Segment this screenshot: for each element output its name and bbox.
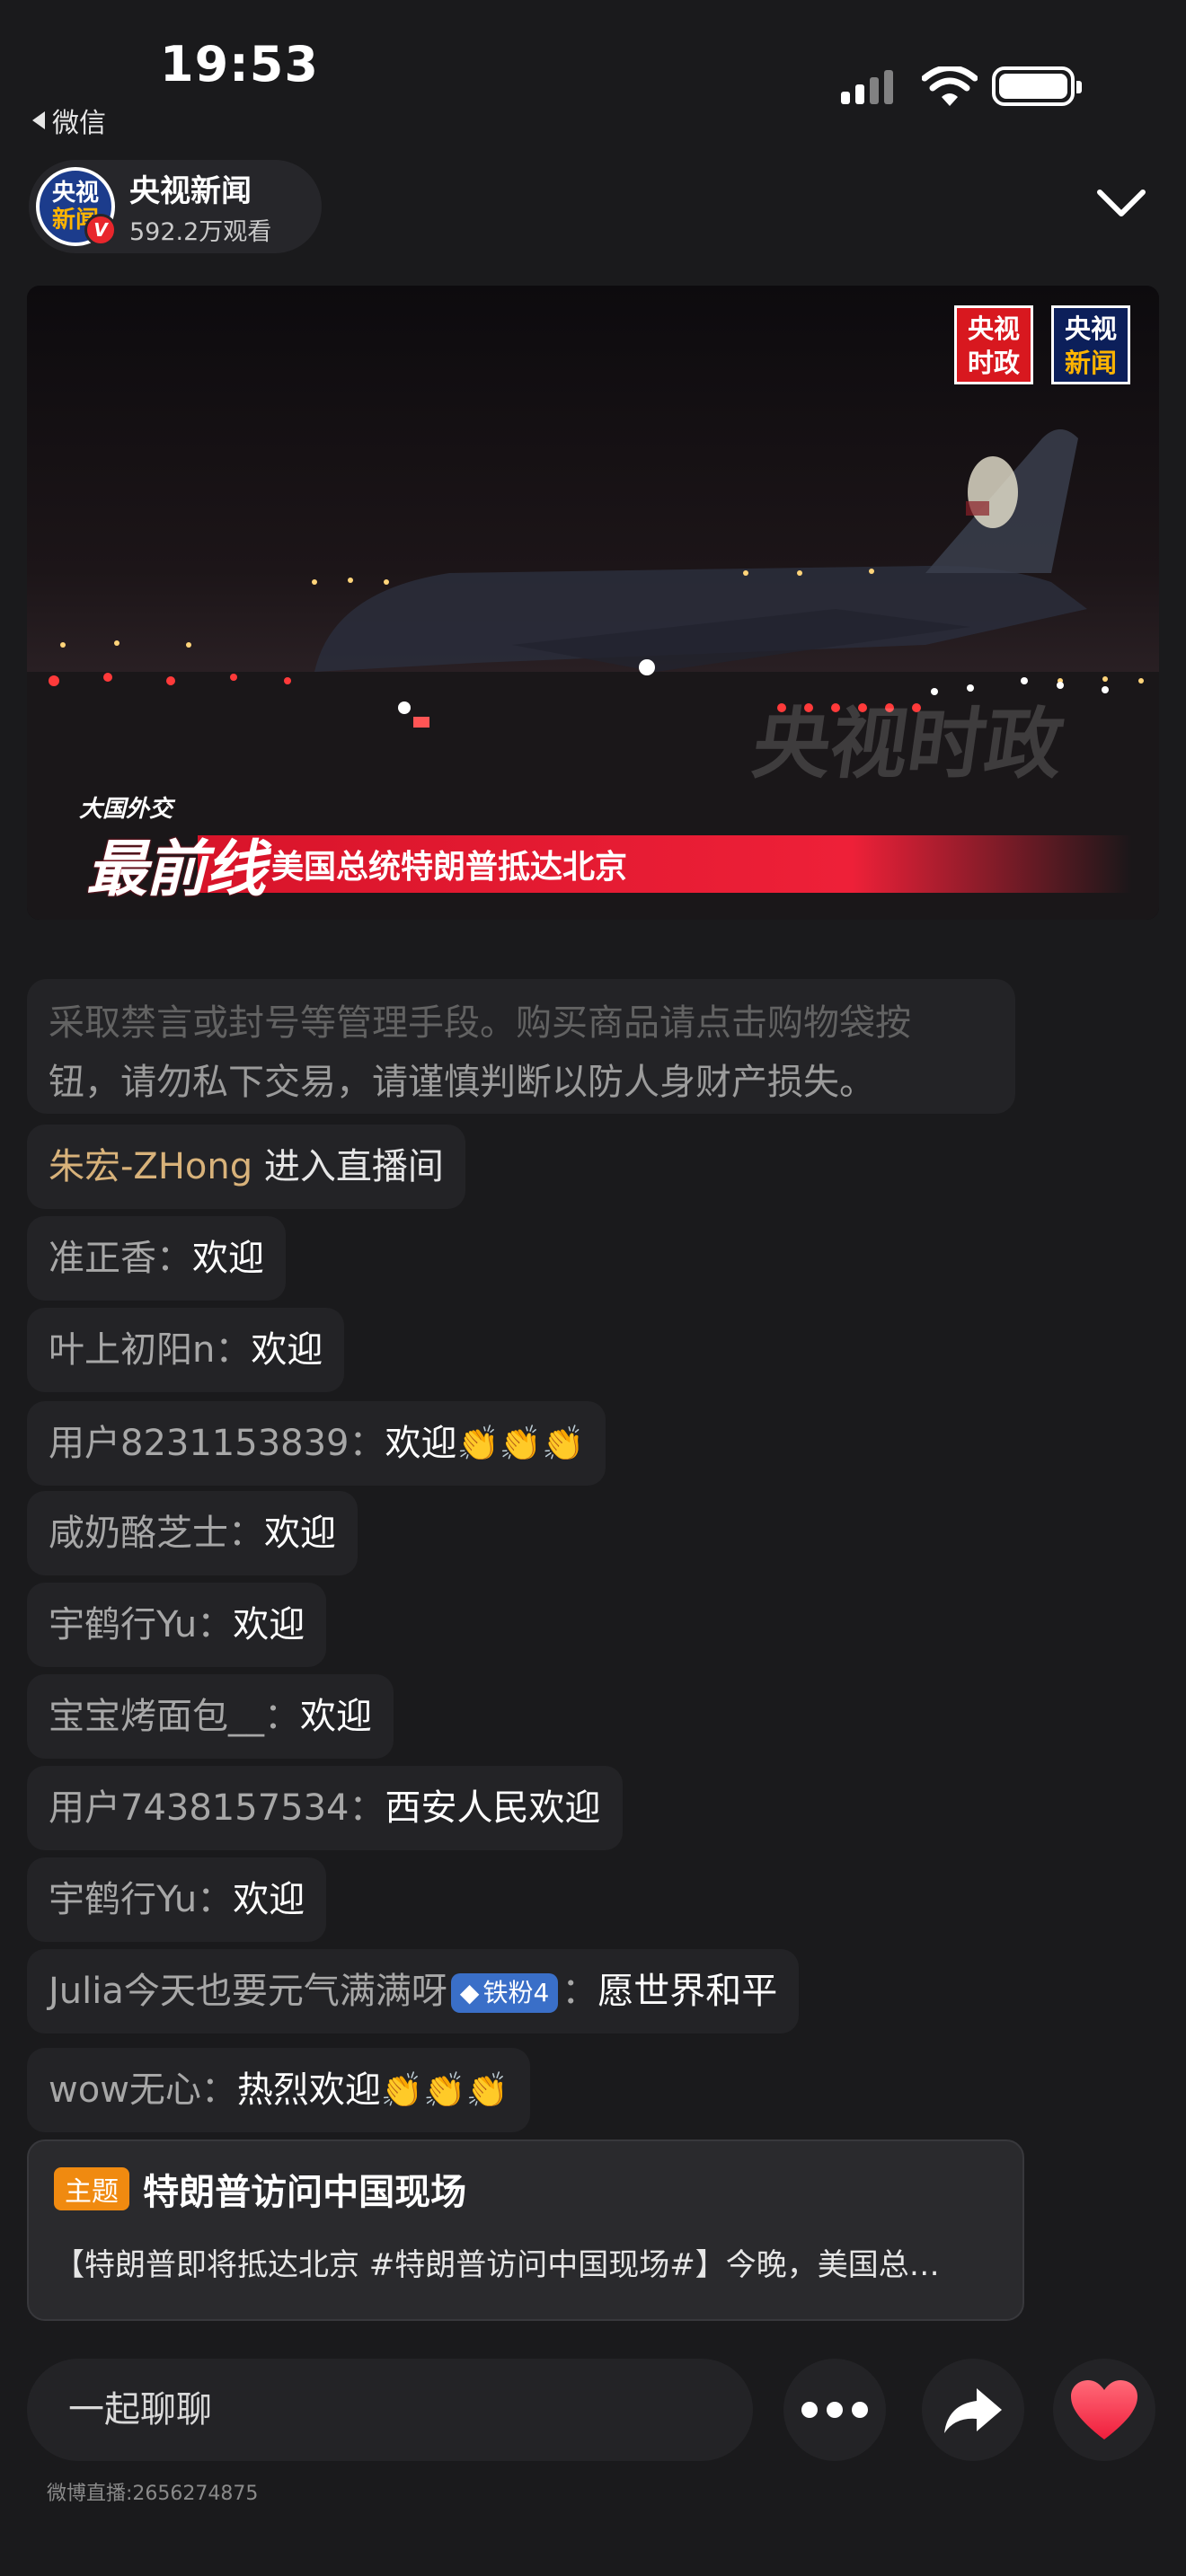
clapping-hands-icon: 👏👏👏 — [380, 2070, 509, 2110]
more-button[interactable] — [783, 2359, 886, 2461]
chat-comment: 用户8231153839：欢迎👏👏👏 — [27, 1401, 606, 1486]
avatar-text-top: 央视 — [51, 180, 99, 207]
cellular-signal-icon — [841, 70, 893, 104]
cctv-news-logo: 央视 新闻 — [1051, 305, 1130, 384]
comment-separator: ： — [562, 1971, 598, 2012]
comment-nick[interactable]: 叶上初阳n： — [49, 1329, 251, 1371]
live-video-player[interactable]: 央视 时政 央视 新闻 央视时政 大国外交 最前线 美国总统特朗普抵达北京 — [27, 286, 1159, 920]
comment-nick[interactable]: 用户8231153839： — [49, 1423, 385, 1464]
video-watermark: 央视时政 — [747, 700, 1069, 790]
topic-card[interactable]: 主题 特朗普访问中国现场 【特朗普即将抵达北京 #特朗普访问中国现场#】今晚，美… — [27, 2139, 1024, 2321]
topic-tag: 主题 — [54, 2167, 129, 2210]
fan-level-badge: ◆ 铁粉4 — [450, 1973, 559, 2013]
avatar[interactable]: 央视 新闻 V — [36, 167, 117, 246]
chat-comment: 宇鹤行Yu：欢迎 — [27, 1583, 327, 1667]
comment-text: 西安人民欢迎 — [385, 1787, 601, 1829]
chat-comment: 咸奶酪芝士：欢迎 — [27, 1491, 358, 1575]
topic-title: 特朗普访问中国现场 — [143, 2172, 467, 2213]
verified-badge-icon: V — [84, 214, 117, 246]
cctv-shizheng-logo: 央视 时政 — [954, 305, 1033, 384]
clapping-hands-icon: 👏👏👏 — [456, 1424, 585, 1463]
comment-nick[interactable]: Julia今天也要元气满满呀 — [49, 1971, 447, 2012]
back-app-label: 微信 — [52, 108, 106, 139]
like-button[interactable] — [1053, 2359, 1155, 2461]
battery-icon — [992, 66, 1082, 106]
comment-nick[interactable]: 宇鹤行Yu： — [49, 1604, 233, 1645]
chat-comment: Julia今天也要元气满满呀 ◆ 铁粉4 ：愿世界和平 — [27, 1949, 800, 2033]
system-notice: 采取禁言或封号等管理手段。购买商品请点击购物袋按 钮，请勿私下交易，请谨慎判断以… — [27, 979, 1015, 1114]
news-headline: 美国总统特朗普抵达北京 — [271, 849, 628, 886]
chat-comment: 准正香：欢迎 — [27, 1216, 286, 1301]
channel-header[interactable]: 央视 新闻 V 央视新闻 592.2万观看 — [29, 160, 322, 253]
share-arrow-icon — [944, 2388, 1002, 2433]
share-button[interactable] — [922, 2359, 1024, 2461]
heart-icon — [1071, 2380, 1137, 2439]
stream-id: 微博直播:2656274875 — [47, 2483, 259, 2505]
comment-nick[interactable]: wow无心： — [49, 2069, 237, 2111]
chat-comment: 宇鹤行Yu：欢迎 — [27, 1857, 327, 1942]
comment-text: 热烈欢迎 — [236, 2069, 381, 2111]
comment-nick[interactable]: 用户7438157534： — [49, 1787, 385, 1829]
chat-comment: 叶上初阳n：欢迎 — [27, 1308, 345, 1392]
chat-comment: 宝宝烤面包__：欢迎 — [27, 1674, 394, 1759]
chat-input[interactable]: 一起聊聊 — [27, 2359, 753, 2461]
comment-text: 欢迎 — [233, 1879, 305, 1920]
back-to-wechat-button[interactable]: 微信 — [32, 101, 106, 140]
comment-text: 欢迎 — [264, 1513, 336, 1554]
wifi-icon — [922, 66, 978, 106]
status-time: 19:53 — [160, 36, 319, 93]
comment-text: 愿世界和平 — [597, 1971, 778, 2012]
channel-name: 央视新闻 — [129, 173, 252, 209]
comment-nick[interactable]: 咸奶酪芝士： — [49, 1513, 264, 1554]
topic-description: 【特朗普即将抵达北京 #特朗普访问中国现场#】今晚，美国总… — [54, 2247, 940, 2283]
viewer-name[interactable]: 朱宏-ZHong — [49, 1146, 252, 1187]
comment-nick[interactable]: 宇鹤行Yu： — [49, 1879, 233, 1920]
segment-badge-title: 最前线 — [86, 834, 266, 905]
comment-nick[interactable]: 宝宝烤面包__： — [49, 1696, 300, 1737]
comment-text: 欢迎 — [300, 1696, 372, 1737]
notice-line-2: 钮，请勿私下交易，请谨慎判断以防人身财产损失。 — [49, 1062, 875, 1103]
back-triangle-icon — [32, 111, 45, 129]
comment-text: 欢迎 — [385, 1423, 457, 1464]
enter-action-text: 进入直播间 — [263, 1146, 444, 1187]
diamond-icon: ◆ — [459, 1978, 480, 2007]
chevron-down-icon[interactable] — [1093, 176, 1150, 230]
chat-comment: 用户7438157534：西安人民欢迎 — [27, 1766, 623, 1850]
view-count: 592.2万观看 — [129, 218, 272, 246]
more-dots-icon — [801, 2402, 868, 2418]
chat-comment: wow无心：热烈欢迎👏👏👏 — [27, 2048, 530, 2132]
comment-text: 欢迎 — [233, 1604, 305, 1645]
enter-room-message: 朱宏-ZHong 进入直播间 — [27, 1125, 465, 1209]
comment-nick[interactable]: 准正香： — [49, 1238, 192, 1279]
comment-text: 欢迎 — [251, 1329, 323, 1371]
notice-line-1: 采取禁言或封号等管理手段。购买商品请点击购物袋按 — [49, 1002, 911, 1044]
comment-text: 欢迎 — [192, 1238, 264, 1279]
